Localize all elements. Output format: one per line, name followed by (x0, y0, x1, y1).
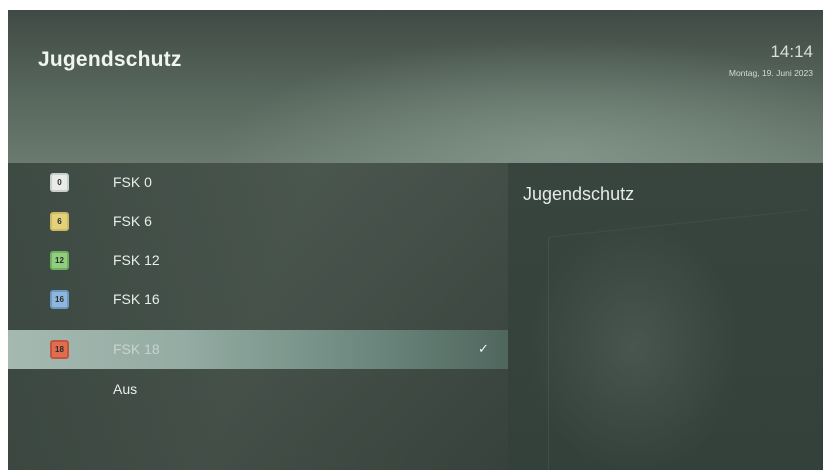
clock-date: Montag, 19. Juni 2023 (728, 68, 813, 78)
option-aus[interactable]: Aus (8, 370, 508, 409)
fsk-18-rating-icon: 18 (50, 340, 69, 359)
option-fsk-0[interactable]: 0 FSK 0 (8, 163, 508, 202)
option-fsk-18[interactable]: 18 FSK 18 ✓ (8, 330, 508, 369)
detail-pane: Jugendschutz (508, 163, 823, 470)
option-fsk-12[interactable]: 12 FSK 12 (8, 241, 508, 280)
option-label: FSK 18 (113, 341, 160, 357)
fsk-16-rating-icon: 16 (50, 290, 69, 309)
fsk-6-rating-icon: 6 (50, 212, 69, 231)
page-title: Jugendschutz (38, 48, 182, 71)
option-list: 0 FSK 0 6 FSK 6 12 FSK 12 16 FSK 16 18 F… (8, 163, 508, 470)
option-label: FSK 6 (113, 213, 152, 229)
header-bar: Jugendschutz 14:14 Montag, 19. Juni 2023 (8, 10, 823, 163)
tv-screen: Jugendschutz 14:14 Montag, 19. Juni 2023… (8, 10, 823, 470)
option-fsk-6[interactable]: 6 FSK 6 (8, 202, 508, 241)
clock-time: 14:14 (770, 42, 813, 61)
checkmark-icon: ✓ (478, 341, 489, 356)
option-label: Aus (113, 381, 138, 397)
detail-title: Jugendschutz (523, 184, 635, 204)
option-label: FSK 16 (113, 291, 160, 307)
fsk-12-rating-icon: 12 (50, 251, 69, 270)
option-fsk-16[interactable]: 16 FSK 16 (8, 280, 508, 319)
fsk-0-rating-icon: 0 (50, 173, 69, 192)
option-label: FSK 12 (113, 252, 160, 268)
option-label: FSK 0 (113, 174, 152, 190)
